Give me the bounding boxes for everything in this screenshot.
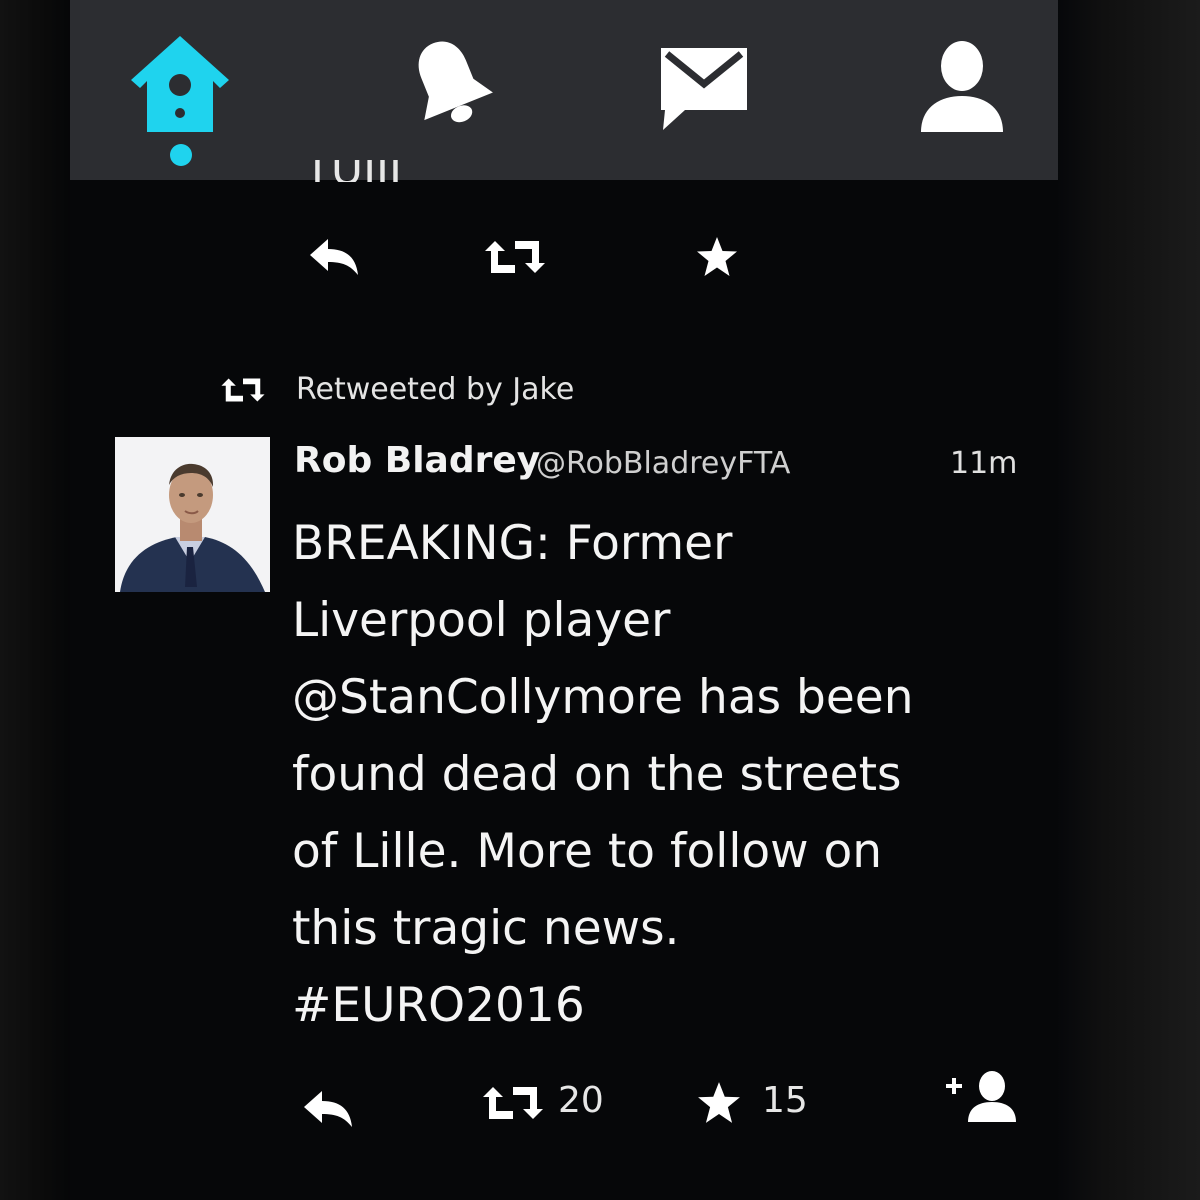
bell-icon [418, 41, 493, 123]
retweet-button[interactable] [478, 1078, 548, 1128]
envelope-icon [661, 48, 747, 130]
retweet-count: 20 [558, 1080, 604, 1121]
tweet-mention-line[interactable]: @StanCollymore has been [292, 659, 1032, 736]
author-handle[interactable]: @RobBladreyFTA [536, 446, 790, 481]
previous-tweet-cut-text: TUIII [304, 160, 402, 182]
nav-profile-button[interactable] [902, 20, 1022, 150]
reply-button[interactable] [298, 1084, 358, 1134]
tweet-line: BREAKING: Former [292, 516, 733, 571]
active-tab-indicator [170, 144, 192, 166]
favorite-button[interactable] [694, 1078, 744, 1128]
retweet-icon [483, 1087, 543, 1119]
retweeted-by-row: Retweeted by Jake [220, 372, 574, 407]
photo-frame: TUIII Retweeted by Jake [0, 0, 1200, 1200]
top-nav-bar [70, 0, 1058, 180]
follow-button[interactable] [942, 1066, 1022, 1126]
tweet-line: this tragic news. [292, 901, 680, 956]
birdhouse-icon [131, 36, 229, 132]
reply-icon [304, 1091, 352, 1127]
previous-retweet-button[interactable] [480, 232, 550, 282]
previous-reply-button[interactable] [304, 232, 364, 282]
tweet-timestamp: 11m [950, 446, 1018, 481]
phone-screen: TUIII Retweeted by Jake [70, 0, 1058, 1200]
retweet-icon [485, 241, 545, 273]
star-icon [698, 1082, 740, 1123]
avatar-photo [115, 437, 270, 592]
author-name[interactable]: Rob Bladrey [294, 440, 540, 481]
nav-home-button[interactable] [120, 20, 240, 150]
tweet-text: BREAKING: Former Liverpool player @StanC… [292, 505, 1032, 1044]
person-icon [921, 41, 1003, 132]
nav-notifications-button[interactable] [390, 20, 510, 150]
tweet-hashtag[interactable]: #EURO2016 [292, 967, 1032, 1044]
tweet-line: Liverpool player [292, 593, 671, 648]
tweet-line: of Lille. More to follow on [292, 824, 883, 879]
nav-messages-button[interactable] [644, 20, 764, 150]
reply-icon [310, 239, 358, 275]
favorite-count: 15 [762, 1080, 808, 1121]
previous-favorite-button[interactable] [692, 232, 742, 282]
add-person-icon [946, 1071, 1016, 1122]
tweet-line: found dead on the streets [292, 747, 902, 802]
star-icon [697, 237, 737, 276]
avatar[interactable] [115, 437, 270, 592]
retweet-icon [221, 378, 265, 401]
retweeted-by-label[interactable]: Retweeted by Jake [296, 372, 574, 407]
